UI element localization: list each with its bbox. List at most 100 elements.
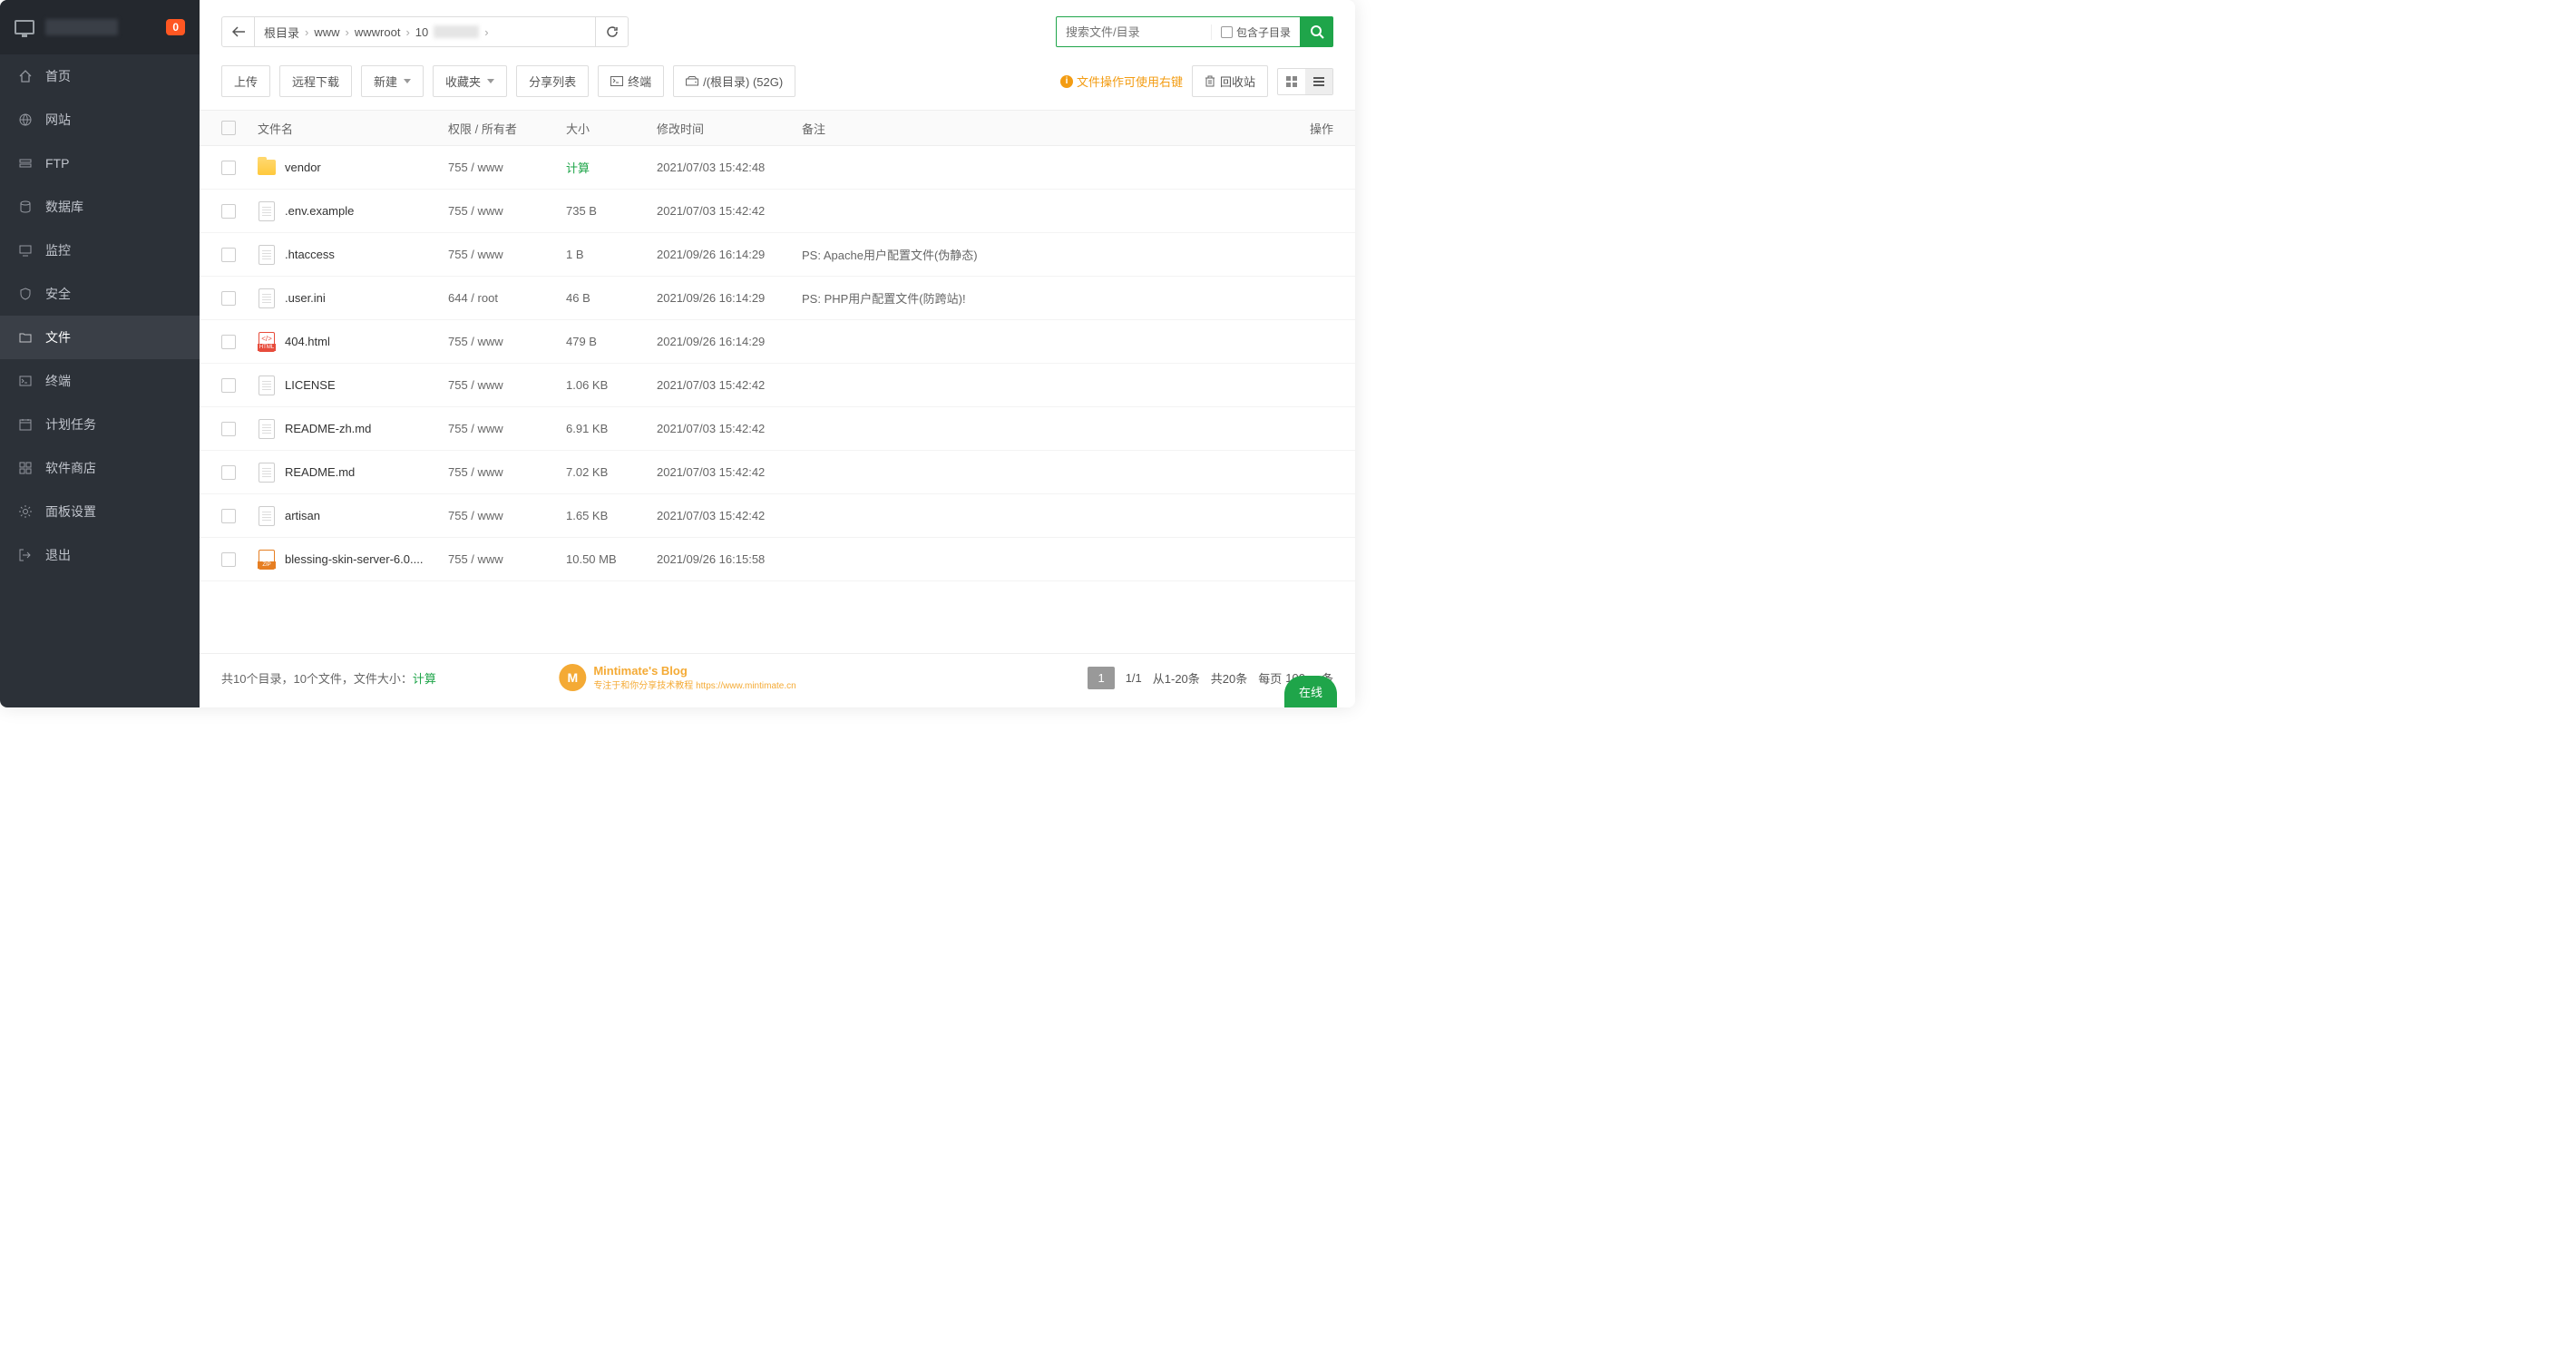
current-page[interactable]: 1 [1088, 667, 1114, 689]
sidebar-item-label: 首页 [45, 67, 71, 85]
table-row[interactable]: .htaccess 755 / www 1 B 2021/09/26 16:14… [200, 233, 1355, 277]
row-checkbox[interactable] [221, 552, 236, 567]
sidebar-item-database[interactable]: 数据库 [0, 185, 200, 229]
sidebar-item-label: FTP [45, 156, 69, 171]
file-perm[interactable]: 755 / www [448, 248, 566, 261]
file-perm[interactable]: 755 / www [448, 552, 566, 566]
grid-view-button[interactable] [1278, 69, 1305, 94]
file-note: PS: Apache用户配置文件(伪静态) [802, 246, 1288, 263]
file-size[interactable]: 计算 [566, 159, 657, 176]
back-button[interactable] [222, 17, 255, 46]
file-mtime: 2021/07/03 15:42:42 [657, 509, 802, 522]
sidebar-item-calendar[interactable]: 计划任务 [0, 403, 200, 446]
row-checkbox[interactable] [221, 248, 236, 262]
sidebar-item-settings[interactable]: 面板设置 [0, 490, 200, 533]
file-name[interactable]: 404.html [258, 332, 448, 352]
file-perm[interactable]: 755 / www [448, 335, 566, 348]
breadcrumb-segment[interactable]: 10 [415, 25, 428, 39]
refresh-button[interactable] [595, 17, 628, 46]
search-button[interactable] [1301, 16, 1333, 47]
page-range: 从1-20条 [1153, 669, 1200, 687]
new-button[interactable]: 新建 [361, 65, 424, 97]
sidebar-item-monitor[interactable]: 监控 [0, 229, 200, 272]
file-name[interactable]: .htaccess [258, 245, 448, 265]
row-checkbox[interactable] [221, 378, 236, 393]
file-name[interactable]: vendor [258, 158, 448, 178]
upload-button[interactable]: 上传 [221, 65, 270, 97]
search-input[interactable] [1057, 25, 1211, 39]
file-name[interactable]: README.md [258, 463, 448, 483]
sidebar-item-label: 软件商店 [45, 459, 96, 477]
file-size: 735 B [566, 204, 657, 218]
recycle-bin-button[interactable]: 回收站 [1192, 65, 1268, 97]
table-row[interactable]: vendor 755 / www 计算 2021/07/03 15:42:48 [200, 146, 1355, 190]
sidebar-item-globe[interactable]: 网站 [0, 98, 200, 141]
calendar-icon [18, 417, 33, 432]
include-subdir-toggle[interactable]: 包含子目录 [1211, 24, 1300, 40]
list-view-button[interactable] [1305, 69, 1332, 94]
row-checkbox[interactable] [221, 422, 236, 436]
file-name[interactable]: .user.ini [258, 288, 448, 308]
header-filename[interactable]: 文件名 [258, 120, 448, 137]
sidebar-item-ftp[interactable]: FTP [0, 141, 200, 185]
table-row[interactable]: blessing-skin-server-6.0.... 755 / www 1… [200, 538, 1355, 581]
row-checkbox[interactable] [221, 509, 236, 523]
file-size: 7.02 KB [566, 465, 657, 479]
row-checkbox[interactable] [221, 291, 236, 306]
file-mtime: 2021/07/03 15:42:48 [657, 161, 802, 174]
disk-button[interactable]: /(根目录) (52G) [673, 65, 795, 97]
grid-icon [18, 461, 33, 475]
file-icon [259, 463, 275, 483]
notification-badge[interactable]: 0 [166, 19, 185, 35]
row-checkbox[interactable] [221, 465, 236, 480]
sidebar-item-terminal[interactable]: 终端 [0, 359, 200, 403]
file-name[interactable]: README-zh.md [258, 419, 448, 439]
terminal-icon [610, 76, 623, 86]
file-perm[interactable]: 755 / www [448, 422, 566, 435]
table-row[interactable]: 404.html 755 / www 479 B 2021/09/26 16:1… [200, 320, 1355, 364]
file-perm[interactable]: 644 / root [448, 291, 566, 305]
row-checkbox[interactable] [221, 335, 236, 349]
favorites-button[interactable]: 收藏夹 [433, 65, 507, 97]
table-row[interactable]: README-zh.md 755 / www 6.91 KB 2021/07/0… [200, 407, 1355, 451]
file-perm[interactable]: 755 / www [448, 465, 566, 479]
breadcrumb-segment[interactable]: www [314, 25, 339, 39]
html-file-icon [259, 332, 275, 352]
file-size: 46 B [566, 291, 657, 305]
file-perm[interactable]: 755 / www [448, 204, 566, 218]
file-name[interactable]: LICENSE [258, 376, 448, 395]
file-perm[interactable]: 755 / www [448, 378, 566, 392]
file-name[interactable]: blessing-skin-server-6.0.... [258, 550, 448, 570]
sidebar-item-folder[interactable]: 文件 [0, 316, 200, 359]
file-perm[interactable]: 755 / www [448, 161, 566, 174]
select-all-checkbox[interactable] [221, 121, 236, 135]
row-checkbox[interactable] [221, 161, 236, 175]
toolbar: 上传 远程下载 新建 收藏夹 分享列表 终端 /(根目录) (52G) i 文件… [200, 58, 1355, 110]
table-row[interactable]: .env.example 755 / www 735 B 2021/07/03 … [200, 190, 1355, 233]
row-checkbox[interactable] [221, 204, 236, 219]
file-name[interactable]: artisan [258, 506, 448, 526]
breadcrumb-segment[interactable]: wwwroot [355, 25, 401, 39]
table-row[interactable]: .user.ini 644 / root 46 B 2021/09/26 16:… [200, 277, 1355, 320]
terminal-button[interactable]: 终端 [598, 65, 664, 97]
remote-download-button[interactable]: 远程下载 [279, 65, 352, 97]
table-row[interactable]: README.md 755 / www 7.02 KB 2021/07/03 1… [200, 451, 1355, 494]
online-support-button[interactable]: 在线 [1284, 676, 1337, 707]
table-row[interactable]: artisan 755 / www 1.65 KB 2021/07/03 15:… [200, 494, 1355, 538]
file-perm[interactable]: 755 / www [448, 509, 566, 522]
file-mtime: 2021/07/03 15:42:42 [657, 204, 802, 218]
header-action: 操作 [1288, 120, 1333, 137]
sidebar-item-home[interactable]: 首页 [0, 54, 200, 98]
folder-icon [18, 330, 33, 345]
breadcrumb-segment[interactable]: 根目录 [264, 24, 299, 41]
share-list-button[interactable]: 分享列表 [516, 65, 589, 97]
table-row[interactable]: LICENSE 755 / www 1.06 KB 2021/07/03 15:… [200, 364, 1355, 407]
file-name[interactable]: .env.example [258, 201, 448, 221]
file-mtime: 2021/09/26 16:14:29 [657, 248, 802, 261]
sidebar-item-grid[interactable]: 软件商店 [0, 446, 200, 490]
settings-icon [18, 504, 33, 519]
sidebar-item-shield[interactable]: 安全 [0, 272, 200, 316]
sidebar-item-label: 面板设置 [45, 502, 96, 521]
chevron-down-icon [404, 79, 411, 83]
sidebar-item-logout[interactable]: 退出 [0, 533, 200, 577]
